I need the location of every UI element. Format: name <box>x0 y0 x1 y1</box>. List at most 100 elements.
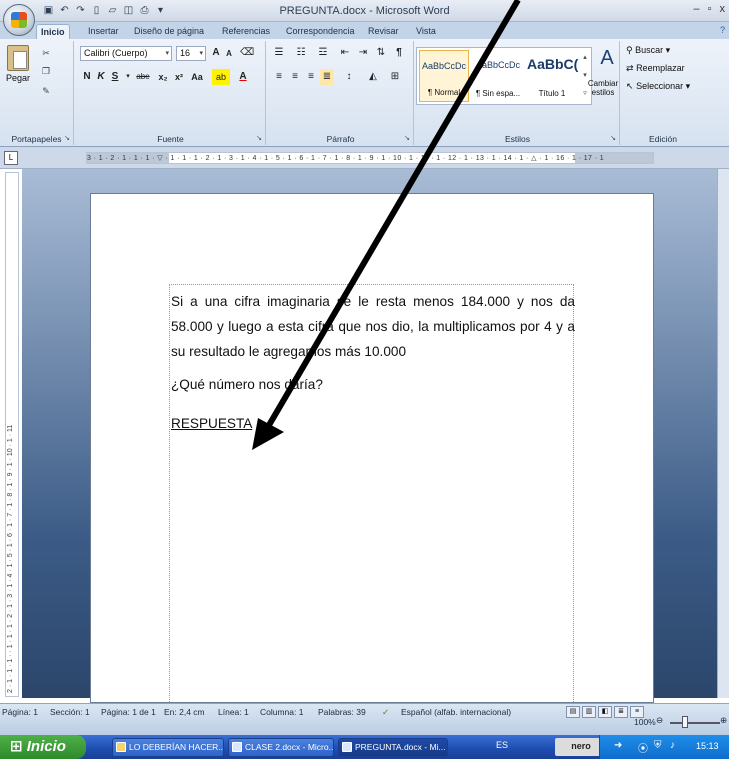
underline-button[interactable]: S <box>110 69 120 85</box>
copy-icon[interactable]: ❐ <box>40 65 52 77</box>
tab-inicio[interactable]: Inicio <box>36 24 70 39</box>
tab-revisar[interactable]: Revisar <box>364 24 403 39</box>
italic-button[interactable]: K <box>96 69 106 85</box>
shrink-font-button[interactable]: A <box>224 46 234 62</box>
language-indicator[interactable]: ES <box>496 740 508 750</box>
close-button[interactable]: x <box>720 3 726 15</box>
highlight-button[interactable]: ab <box>212 69 230 85</box>
outline-icon[interactable]: ≣ <box>614 706 628 718</box>
web-layout-icon[interactable]: ◧ <box>598 706 612 718</box>
taskbar-item-clase2[interactable]: CLASE 2.docx - Micro... <box>228 738 334 757</box>
vertical-scrollbar[interactable] <box>717 169 729 698</box>
align-left-icon[interactable]: ≡ <box>272 69 286 85</box>
tab-diseno-de-pagina[interactable]: Diseño de página <box>130 24 208 39</box>
sort-icon[interactable]: ⇅ <box>374 45 388 61</box>
dialog-launcher-icon[interactable]: ↘ <box>404 134 410 142</box>
change-styles-button[interactable]: Cambiar estilos <box>586 79 620 97</box>
problem-paragraph[interactable]: Si a una cifra imaginaria se le resta me… <box>171 289 575 364</box>
arrow-tray-icon[interactable]: ➜ <box>614 740 622 751</box>
full-screen-reading-icon[interactable]: ▥ <box>582 706 596 718</box>
dialog-launcher-icon[interactable]: ↘ <box>256 134 262 142</box>
change-styles-icon[interactable]: A <box>594 47 620 70</box>
font-color-button[interactable]: A <box>236 69 250 85</box>
style-no-spacing[interactable]: AaBbCcDc ¶ Sin espa... <box>473 50 523 102</box>
status-page-of[interactable]: Página: 1 de 1 <box>101 707 156 717</box>
tab-selector-icon[interactable]: L <box>4 151 18 165</box>
vertical-ruler[interactable]: 2 · 1 · 1 · 1 · · 1 · 1 · 1 · 2 · 1 · 3 … <box>5 172 19 697</box>
find-button[interactable]: ⚲ Buscar ▾ <box>626 45 670 56</box>
clock[interactable]: 15:13 <box>696 741 719 751</box>
replace-button[interactable]: ⇄ Reemplazar <box>626 63 685 74</box>
tab-vista[interactable]: Vista <box>412 24 440 39</box>
security-icon[interactable]: ⛨ <box>654 740 662 751</box>
paragraph-group-label: Párrafo <box>326 134 355 144</box>
status-words[interactable]: Palabras: 39 <box>318 707 366 717</box>
chevron-down-icon[interactable]: ▾ <box>124 69 132 85</box>
tab-insertar[interactable]: Insertar <box>84 24 123 39</box>
status-column[interactable]: Columna: 1 <box>260 707 303 717</box>
zoom-slider[interactable] <box>670 722 720 724</box>
format-painter-icon[interactable]: ✎ <box>40 85 52 97</box>
status-page[interactable]: Página: 1 <box>2 707 38 717</box>
help-icon[interactable]: ? <box>720 25 725 35</box>
paste-button[interactable]: Pegar <box>4 45 32 103</box>
align-right-icon[interactable]: ≡ <box>304 69 318 85</box>
borders-icon[interactable]: ⊞ <box>386 69 404 85</box>
subscript-button[interactable]: x₂ <box>156 69 170 85</box>
font-size-select[interactable]: 16 ▾ <box>176 46 206 61</box>
status-position[interactable]: En: 2,4 cm <box>164 707 205 717</box>
superscript-button[interactable]: x² <box>172 69 186 85</box>
show-marks-icon[interactable]: ¶ <box>392 45 406 61</box>
align-center-icon[interactable]: ≡ <box>288 69 302 85</box>
justify-icon[interactable]: ≣ <box>320 69 334 85</box>
decrease-indent-icon[interactable]: ⇤ <box>338 45 352 61</box>
proofing-icon[interactable]: ✓ <box>382 707 389 718</box>
restore-button[interactable]: ▫ <box>708 3 712 15</box>
increase-indent-icon[interactable]: ⇥ <box>356 45 370 61</box>
tab-correspondencia[interactable]: Correspondencia <box>282 24 359 39</box>
taskbar-item-pregunta[interactable]: PREGUNTA.docx - Mi... <box>338 738 448 757</box>
clear-format-icon[interactable]: ⌫ <box>240 45 254 61</box>
answer-label[interactable]: RESPUESTA <box>171 411 575 436</box>
status-section[interactable]: Sección: 1 <box>50 707 90 717</box>
shading-icon[interactable]: ◭ <box>364 69 382 85</box>
office-button[interactable] <box>3 4 35 36</box>
change-case-button[interactable]: Aa <box>188 69 206 85</box>
status-line[interactable]: Línea: 1 <box>218 707 249 717</box>
zoom-level[interactable]: 100% <box>634 717 656 727</box>
style-heading-1[interactable]: AaBbC( Título 1 <box>527 50 578 102</box>
minimize-button[interactable]: – <box>693 3 699 15</box>
window-title: PREGUNTA.docx - Microsoft Word <box>279 5 450 17</box>
cut-icon[interactable]: ✂ <box>40 47 52 59</box>
question-text[interactable]: ¿Qué número nos daría? <box>171 372 575 397</box>
bold-button[interactable]: N <box>82 69 92 85</box>
document-page[interactable]: Si a una cifra imaginaria se le resta me… <box>90 193 654 704</box>
status-language[interactable]: Español (alfab. internacional) <box>401 707 511 717</box>
select-button[interactable]: ↖ Seleccionar ▾ <box>626 81 690 92</box>
start-button[interactable]: ⊞ Inicio <box>0 735 86 759</box>
find-label: Buscar <box>635 45 664 55</box>
multilevel-list-icon[interactable]: ☲ <box>316 45 330 61</box>
grow-font-button[interactable]: A <box>210 45 222 61</box>
horizontal-ruler[interactable]: 3 · 1 · 2 · 1 · 1 · 1 · ▽ · 1 · 1 · 1 · … <box>86 152 654 164</box>
zoom-in-icon[interactable]: ⊕ <box>720 715 727 726</box>
taskbar-item-folder[interactable]: LO DEBERÍAN HACER... <box>112 738 224 757</box>
zoom-out-icon[interactable]: ⊖ <box>656 715 663 726</box>
dialog-launcher-icon[interactable]: ↘ <box>64 134 70 142</box>
line-spacing-icon[interactable]: ↕ <box>340 69 358 85</box>
print-layout-icon[interactable]: ▤ <box>566 706 580 718</box>
style-normal[interactable]: AaBbCcDc ¶ Normal <box>419 50 469 102</box>
numbering-icon[interactable]: ☷ <box>294 45 308 61</box>
zoom-slider-thumb[interactable] <box>682 716 688 728</box>
tab-referencias[interactable]: Referencias <box>218 24 274 39</box>
font-name-select[interactable]: Calibri (Cuerpo) ▾ <box>80 46 172 61</box>
network-icon[interactable]: ⦿ <box>638 740 648 755</box>
document-body[interactable]: Si a una cifra imaginaria se le resta me… <box>171 289 575 436</box>
scroll-up-icon[interactable]: ▴ <box>579 52 591 64</box>
chevron-down-icon: ▾ <box>165 50 169 57</box>
bullets-icon[interactable]: ☰ <box>272 45 286 61</box>
dialog-launcher-icon[interactable]: ↘ <box>610 134 616 142</box>
strikethrough-button[interactable]: abe <box>134 69 152 85</box>
volume-icon[interactable]: ♪ <box>670 740 675 751</box>
editing-group-label: Edición <box>649 134 677 144</box>
